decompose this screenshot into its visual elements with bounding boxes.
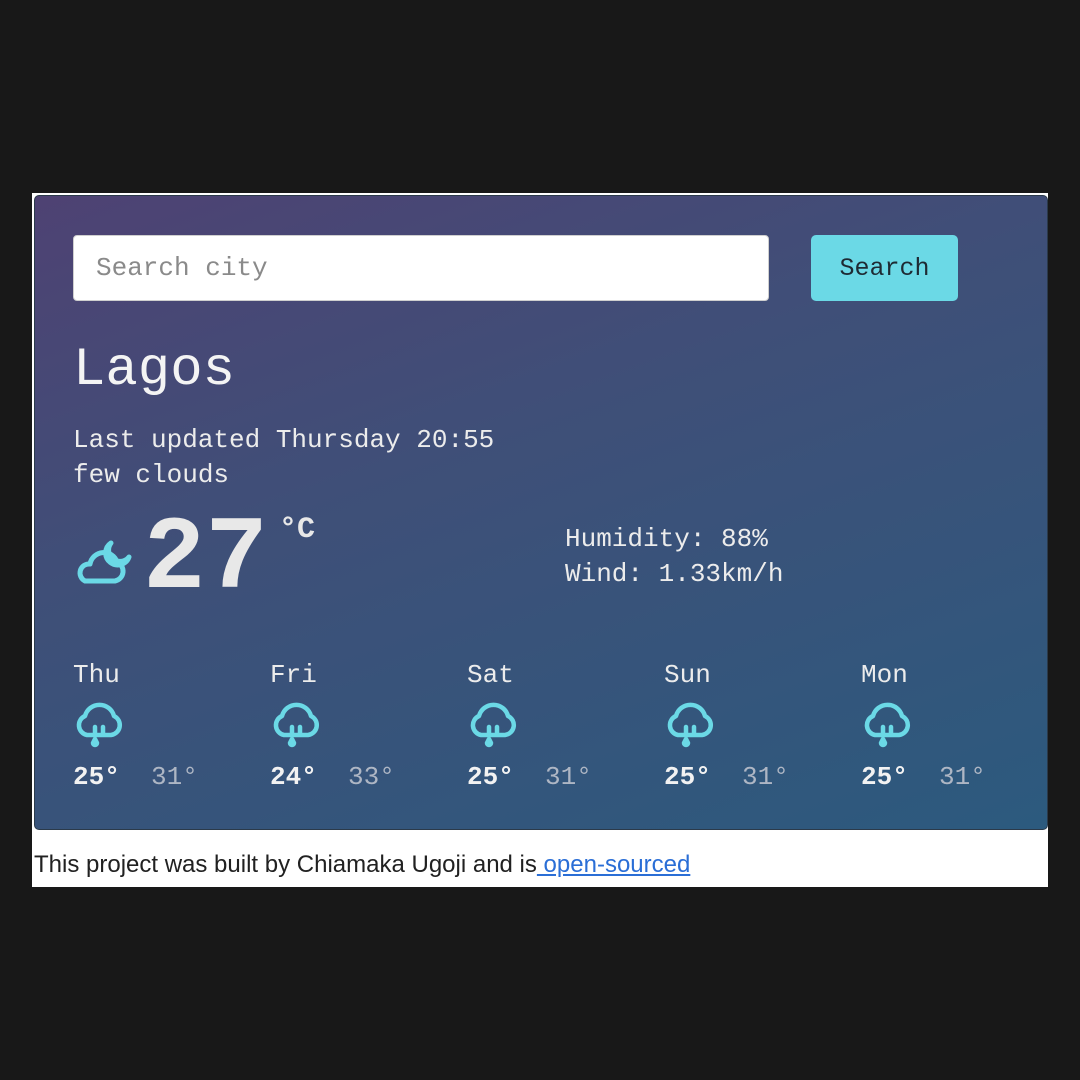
forecast-day-name: Thu [73,660,120,690]
temperature-unit[interactable]: °C [279,512,315,548]
footer: This project was built by Chiamaka Ugoji… [34,850,690,880]
current-temperature: 27 [143,501,268,619]
page: Search Lagos Last updated Thursday 20:55… [32,193,1048,887]
rain-cloud-icon [270,697,322,753]
forecast-day: Mon 25° 31° [861,659,1041,799]
search-input[interactable] [73,235,769,301]
forecast-min: 25° [861,762,908,792]
last-updated: Last updated Thursday 20:55 [73,425,495,455]
forecast-max: 31° [742,762,789,792]
forecast-min: 25° [467,762,514,792]
wind-speed: Wind: 1.33km/h [565,559,784,589]
forecast-min: 24° [270,762,317,792]
open-source-link[interactable]: open-sourced [537,851,691,878]
weather-description: few clouds [73,460,230,490]
forecast-day-name: Sun [664,660,711,690]
forecast-temps: 25° 31° [467,761,592,793]
forecast-temps: 24° 33° [270,761,395,793]
forecast-temps: 25° 31° [861,761,986,793]
forecast-min: 25° [664,762,711,792]
forecast-temps: 25° 31° [73,761,198,793]
forecast-day-name: Mon [861,660,908,690]
city-name: Lagos [73,340,236,401]
forecast-max: 31° [545,762,592,792]
forecast-day-name: Sat [467,660,514,690]
rain-cloud-icon [73,697,125,753]
search-button[interactable]: Search [811,235,958,301]
forecast-day: Sun 25° 31° [664,659,844,799]
forecast-day: Sat 25° 31° [467,659,647,799]
footer-text: This project was built by Chiamaka Ugoji… [34,851,537,878]
forecast-temps: 25° 31° [664,761,789,793]
weather-card: Search Lagos Last updated Thursday 20:55… [34,195,1048,830]
forecast-day-name: Fri [270,660,317,690]
forecast-day: Fri 24° 33° [270,659,450,799]
rain-cloud-icon [664,697,716,753]
forecast-min: 25° [73,762,120,792]
forecast-max: 33° [348,762,395,792]
forecast-max: 31° [151,762,198,792]
cloud-night-icon [73,529,135,591]
forecast-day: Thu 25° 31° [73,659,253,799]
forecast-max: 31° [939,762,986,792]
rain-cloud-icon [861,697,913,753]
rain-cloud-icon [467,697,519,753]
humidity: Humidity: 88% [565,524,768,554]
